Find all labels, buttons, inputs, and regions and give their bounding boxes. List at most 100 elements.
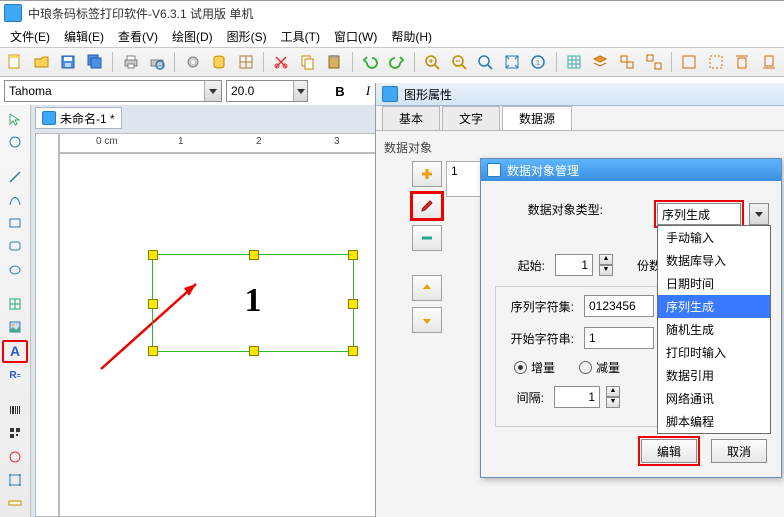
dd-option[interactable]: 脚本编程	[658, 410, 770, 433]
bold-icon[interactable]: B	[328, 79, 352, 103]
new-icon[interactable]	[4, 50, 27, 74]
increment-radio[interactable]: 增量	[514, 359, 555, 376]
poly-tool-icon[interactable]	[3, 470, 27, 490]
remove-button[interactable]	[412, 225, 442, 251]
undo-icon[interactable]	[359, 50, 382, 74]
menu-help[interactable]: 帮助(H)	[385, 26, 438, 47]
menu-tools[interactable]: 工具(T)	[275, 26, 326, 47]
resize-handle[interactable]	[148, 250, 158, 260]
font-size-input[interactable]	[227, 82, 293, 100]
dd-option[interactable]: 手动输入	[658, 226, 770, 249]
chevron-down-icon[interactable]	[293, 81, 307, 101]
menu-view[interactable]: 查看(V)	[112, 26, 164, 47]
menu-edit[interactable]: 编辑(E)	[58, 26, 110, 47]
text-tool-icon[interactable]: A	[2, 340, 28, 362]
type-dropdown-list[interactable]: 手动输入 数据库导入 日期时间 序列生成 随机生成 打印时输入 数据引用 网络通…	[657, 225, 771, 434]
print-preview-icon[interactable]	[146, 50, 169, 74]
barcode2d-tool-icon[interactable]	[3, 423, 27, 443]
add-button[interactable]	[412, 161, 442, 187]
type-combo[interactable]: 序列生成	[657, 203, 741, 225]
barcode1d-tool-icon[interactable]	[3, 400, 27, 420]
dd-option[interactable]: 数据库导入	[658, 249, 770, 272]
image-tool-icon[interactable]	[3, 317, 27, 337]
resize-handle[interactable]	[348, 346, 358, 356]
circle-tool-icon[interactable]	[3, 446, 27, 466]
movedown-button[interactable]	[412, 307, 442, 333]
dd-option[interactable]: 数据引用	[658, 364, 770, 387]
resize-handle[interactable]	[148, 346, 158, 356]
selected-text-object[interactable]: 1	[152, 254, 354, 352]
save-icon[interactable]	[57, 50, 80, 74]
tab-datasource[interactable]: 数据源	[502, 106, 572, 130]
dd-option[interactable]: 网络通讯	[658, 387, 770, 410]
dialog-cancel-button[interactable]: 取消	[711, 439, 767, 463]
resize-handle[interactable]	[148, 299, 158, 309]
dd-option[interactable]: 日期时间	[658, 272, 770, 295]
startstr-input[interactable]	[584, 327, 654, 349]
panel-tabs: 基本 文字 数据源	[376, 106, 784, 131]
edit-button[interactable]	[412, 193, 442, 219]
redo-icon[interactable]	[385, 50, 408, 74]
type-dropdown-button[interactable]	[749, 203, 769, 225]
cut-icon[interactable]	[270, 50, 293, 74]
dialog-titlebar[interactable]: 数据对象管理	[481, 159, 781, 181]
start-spinner[interactable]: ▲▼	[599, 254, 613, 276]
ruler-tool-icon[interactable]	[3, 493, 27, 513]
layout-icon[interactable]	[235, 50, 258, 74]
menu-window[interactable]: 窗口(W)	[328, 26, 383, 47]
select-tool-icon[interactable]	[3, 109, 27, 129]
dialog-edit-button[interactable]: 编辑	[641, 439, 697, 463]
align3-icon[interactable]	[731, 50, 754, 74]
curve-tool-icon[interactable]	[3, 190, 27, 210]
dd-option-selected[interactable]: 序列生成	[658, 295, 770, 318]
line-tool-icon[interactable]	[3, 167, 27, 187]
open-icon[interactable]	[31, 50, 54, 74]
print-icon[interactable]	[119, 50, 142, 74]
interval-spinner[interactable]: ▲▼	[606, 386, 620, 408]
ellipse-tool-icon[interactable]	[3, 259, 27, 279]
zoom-extents-icon[interactable]	[501, 50, 524, 74]
menu-shape[interactable]: 图形(S)	[221, 26, 273, 47]
interval-input[interactable]	[554, 386, 600, 408]
paste-icon[interactable]	[323, 50, 346, 74]
group-icon[interactable]	[616, 50, 639, 74]
align2-icon[interactable]	[704, 50, 727, 74]
copy-icon[interactable]	[297, 50, 320, 74]
dd-option[interactable]: 打印时输入	[658, 341, 770, 364]
rect-tool-icon[interactable]	[3, 213, 27, 233]
layers-icon[interactable]	[589, 50, 612, 74]
font-size-combo[interactable]	[226, 80, 308, 102]
font-name-combo[interactable]	[4, 80, 222, 102]
roundrect-tool-icon[interactable]	[3, 236, 27, 256]
table-tool-icon[interactable]	[3, 294, 27, 314]
start-input[interactable]	[555, 254, 593, 276]
tab-basic[interactable]: 基本	[382, 106, 440, 130]
align4-icon[interactable]	[758, 50, 781, 74]
db-icon[interactable]	[208, 50, 231, 74]
richtext-tool-icon[interactable]: R=	[3, 366, 27, 386]
resize-handle[interactable]	[348, 250, 358, 260]
saveall-icon[interactable]	[84, 50, 107, 74]
dd-option[interactable]: 随机生成	[658, 318, 770, 341]
doc-tab[interactable]: 未命名-1 *	[35, 107, 122, 129]
resize-handle[interactable]	[249, 250, 259, 260]
zoomout-icon[interactable]	[447, 50, 470, 74]
font-name-input[interactable]	[5, 82, 204, 100]
zoom100-icon[interactable]: 1	[527, 50, 550, 74]
zoomin-icon[interactable]	[421, 50, 444, 74]
decrement-radio[interactable]: 减量	[579, 359, 620, 376]
charset-input[interactable]	[584, 295, 654, 317]
resize-handle[interactable]	[348, 299, 358, 309]
hand-tool-icon[interactable]	[3, 132, 27, 152]
align1-icon[interactable]	[678, 50, 701, 74]
ungroup-icon[interactable]	[642, 50, 665, 74]
chevron-down-icon[interactable]	[204, 81, 221, 101]
tab-text[interactable]: 文字	[442, 106, 500, 130]
zoomfit-icon[interactable]	[474, 50, 497, 74]
moveup-button[interactable]	[412, 275, 442, 301]
resize-handle[interactable]	[249, 346, 259, 356]
menu-file[interactable]: 文件(E)	[4, 26, 56, 47]
settings-icon[interactable]	[181, 50, 204, 74]
menu-draw[interactable]: 绘图(D)	[166, 26, 219, 47]
grid-icon[interactable]	[563, 50, 586, 74]
